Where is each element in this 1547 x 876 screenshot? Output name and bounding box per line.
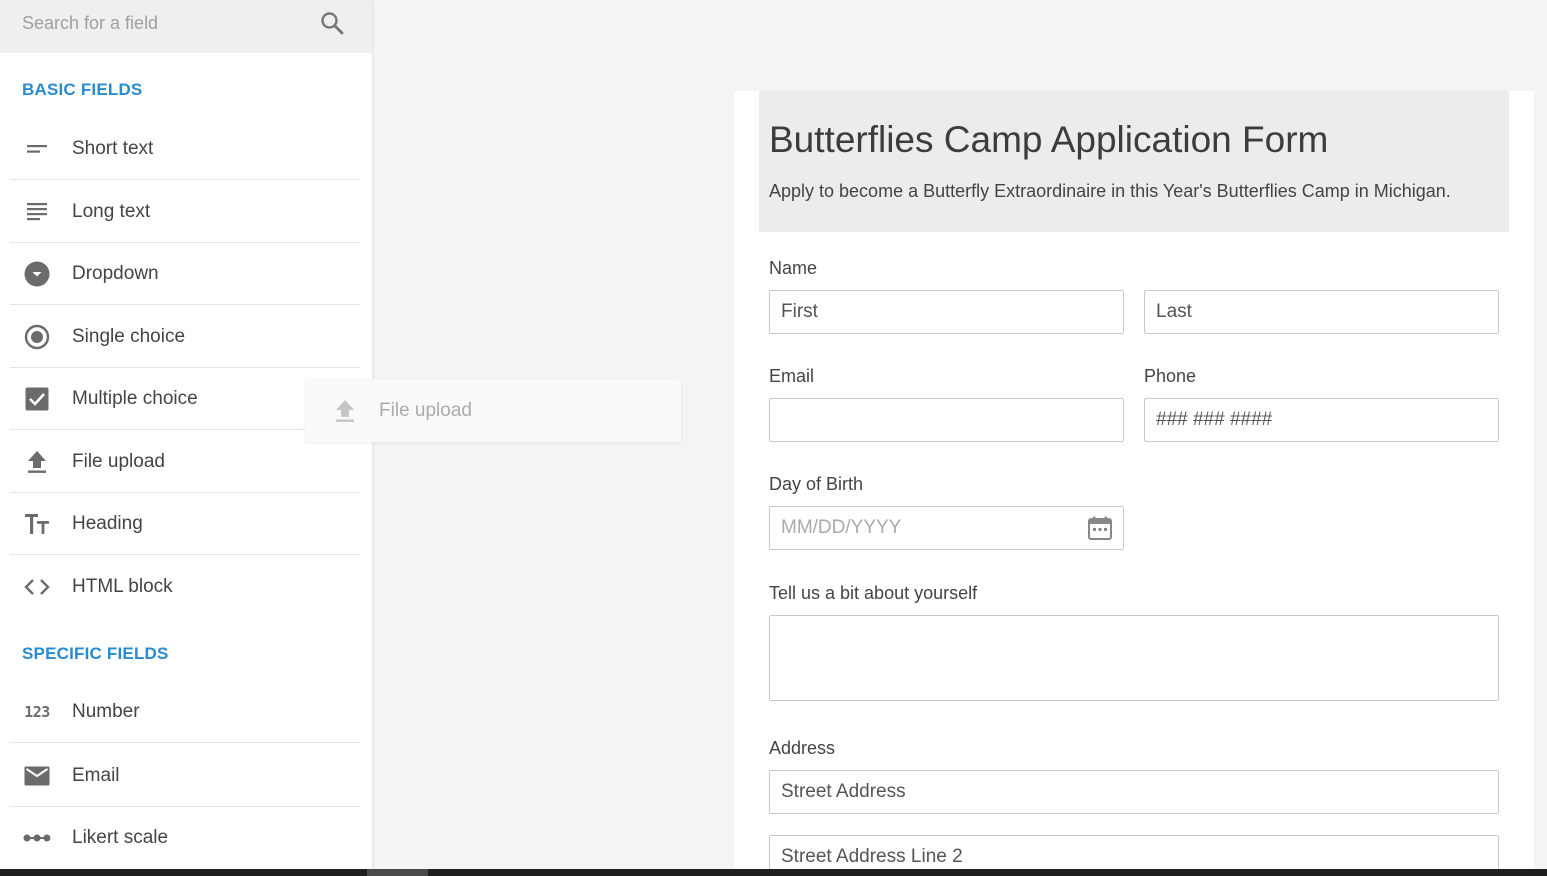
heading-icon [10, 513, 64, 535]
form-title[interactable]: Butterflies Camp Application Form [769, 119, 1328, 161]
field-item-heading[interactable]: Heading [10, 493, 360, 555]
field-item-label: Long text [72, 200, 151, 222]
form-description[interactable]: Apply to become a Butterfly Extraordinai… [769, 181, 1451, 202]
field-item-email[interactable]: Email [10, 745, 360, 807]
about-label: Tell us a bit about yourself [769, 583, 978, 603]
likert-icon [10, 833, 64, 843]
number-icon-glyph: 123 [24, 702, 50, 721]
number-icon: 123 [10, 703, 64, 721]
field-item-number[interactable]: 123 Number [10, 681, 360, 743]
form-header[interactable]: Butterflies Camp Application Form Apply … [759, 91, 1509, 232]
email-label: Email [769, 366, 815, 386]
name-label: Name [769, 258, 818, 278]
radio-icon [10, 324, 64, 350]
field-item-label: Single choice [72, 325, 186, 347]
about-textarea[interactable] [769, 615, 1499, 701]
field-item-html-block[interactable]: HTML block [10, 556, 360, 618]
field-item-label: File upload [72, 450, 165, 472]
field-item-label: Email [72, 764, 120, 786]
dropdown-icon [10, 261, 64, 287]
field-item-short-text[interactable]: Short text [10, 118, 360, 180]
field-item-likert-scale[interactable]: Likert scale [10, 807, 360, 869]
section-title-basic-fields: BASIC FIELDS [22, 80, 143, 99]
checkbox-icon [10, 387, 64, 411]
form-canvas: Butterflies Camp Application Form Apply … [734, 91, 1534, 876]
calendar-icon[interactable] [1087, 515, 1113, 541]
last-name-input[interactable] [1144, 290, 1499, 334]
email-input[interactable] [769, 398, 1124, 442]
field-item-label: Multiple choice [72, 387, 198, 409]
horizontal-scrollbar[interactable] [0, 869, 1547, 876]
search-icon[interactable] [319, 10, 345, 36]
drag-ghost-file-upload[interactable]: File upload [305, 379, 681, 442]
envelope-icon [10, 766, 64, 786]
first-name-input[interactable] [769, 290, 1124, 334]
address-label: Address [769, 738, 836, 758]
section-title-specific-fields: SPECIFIC FIELDS [22, 644, 169, 663]
field-search-bar [0, 0, 372, 53]
field-item-long-text[interactable]: Long text [10, 181, 360, 243]
phone-input[interactable] [1144, 398, 1499, 442]
field-item-label: Short text [72, 137, 154, 159]
field-item-label: Number [72, 700, 140, 722]
field-search-input[interactable] [22, 10, 302, 36]
long-text-icon [10, 202, 64, 222]
dob-input[interactable] [769, 506, 1124, 550]
street-address-input[interactable] [769, 770, 1499, 814]
scrollbar-thumb[interactable] [367, 869, 428, 876]
phone-label: Phone [1144, 366, 1197, 386]
dob-label: Day of Birth [769, 474, 864, 494]
field-item-dropdown[interactable]: Dropdown [10, 243, 360, 305]
upload-icon [305, 399, 385, 423]
short-text-icon [10, 142, 64, 156]
field-item-label: Heading [72, 512, 143, 534]
field-item-label: HTML block [72, 576, 173, 597]
field-item-label: Dropdown [72, 262, 159, 284]
field-item-label: Likert scale [72, 827, 169, 848]
code-icon [10, 578, 64, 596]
field-item-single-choice[interactable]: Single choice [10, 306, 360, 368]
upload-icon [10, 450, 64, 474]
drag-ghost-label: File upload [379, 399, 472, 421]
